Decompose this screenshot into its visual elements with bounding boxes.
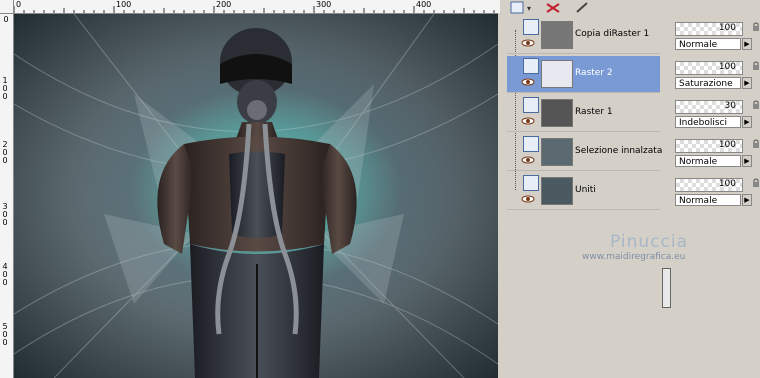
ruler-left: 0 100 200 300 400 500	[0, 13, 14, 378]
layer-properties-panel: 100 Normale ▶ 100 Saturazione ▶ 30 Indeb…	[670, 14, 760, 214]
blend-mode-select[interactable]: Normale	[675, 38, 741, 50]
layer-name[interactable]: Copia diRaster 1	[575, 29, 649, 39]
layer-row[interactable]: Copia diRaster 1	[507, 17, 660, 54]
layer-thumbnail	[541, 21, 573, 49]
layer-name[interactable]: Uniti	[575, 185, 596, 195]
layer-row[interactable]: Raster 1	[507, 95, 660, 132]
layer-row[interactable]: Uniti	[507, 173, 660, 210]
layer-name[interactable]: Raster 1	[575, 107, 613, 117]
layer-group-icon	[523, 136, 539, 152]
layer-group-icon	[523, 19, 539, 35]
eye-icon[interactable]	[521, 117, 535, 125]
ruler-top-label: 300	[316, 0, 332, 9]
ruler-left-label: 400	[2, 262, 8, 287]
ruler-corner	[0, 0, 14, 14]
layer-properties-row: 100 Saturazione ▶	[670, 57, 760, 93]
watermark-name: Pinuccia	[610, 232, 688, 252]
blend-mode-dropdown-arrow[interactable]: ▶	[742, 116, 752, 128]
blend-mode-dropdown-arrow[interactable]: ▶	[742, 38, 752, 50]
layers-panel: ▾ Copia diRaster 1 Raster 2 Raster 1 Sel…	[507, 0, 662, 378]
blend-mode-dropdown-arrow[interactable]: ▶	[742, 155, 752, 167]
blend-mode-dropdown-arrow[interactable]: ▶	[742, 194, 752, 206]
ruler-left-label: 200	[2, 140, 8, 165]
opacity-slider[interactable]: 100	[675, 61, 743, 75]
eye-icon[interactable]	[521, 156, 535, 164]
watermark-url: www.maidiregrafica.eu	[582, 252, 686, 262]
layer-name[interactable]: Raster 2	[575, 68, 613, 78]
layer-row[interactable]: Selezione innalzata	[507, 134, 662, 171]
layer-name[interactable]: Selezione innalzata	[575, 146, 662, 156]
layer-thumbnail	[541, 60, 573, 88]
layer-properties-row: 30 Indebolisci ▶	[670, 96, 760, 132]
lock-icon[interactable]	[752, 139, 760, 149]
layer-group-icon	[523, 58, 539, 74]
lock-icon[interactable]	[752, 178, 760, 188]
eye-icon[interactable]	[521, 195, 535, 203]
opacity-value: 30	[724, 101, 736, 111]
opacity-slider[interactable]: 100	[675, 178, 743, 192]
image-canvas[interactable]	[14, 14, 498, 378]
ruler-left-label: 300	[2, 202, 8, 227]
layer-group-icon	[523, 175, 539, 191]
ruler-top-label: 400	[416, 0, 432, 9]
ruler-top-label: 100	[116, 0, 132, 9]
layer-thumbnail	[541, 177, 573, 205]
eye-icon[interactable]	[521, 39, 535, 47]
opacity-slider[interactable]: 100	[675, 22, 743, 36]
ruler-left-label: 0	[3, 15, 9, 24]
layer-properties-row: 100 Normale ▶	[670, 18, 760, 54]
toolbar-icons: ▾	[510, 1, 588, 14]
blend-mode-select[interactable]: Normale	[675, 155, 741, 167]
ruler-top-label: 0	[16, 0, 22, 9]
artwork-figure	[14, 14, 498, 378]
eye-icon[interactable]	[521, 78, 535, 86]
layer-properties-row: 100 Normale ▶	[670, 135, 760, 171]
canvas-scrollbar[interactable]	[498, 13, 500, 378]
layer-properties-row: 100 Normale ▶	[670, 174, 760, 210]
blend-mode-select[interactable]: Saturazione	[675, 77, 741, 89]
svg-text:▾: ▾	[527, 4, 531, 13]
opacity-value: 100	[718, 140, 736, 150]
opacity-value: 100	[718, 179, 736, 189]
opacity-value: 100	[718, 23, 736, 33]
opacity-slider[interactable]: 100	[675, 139, 743, 153]
opacity-slider[interactable]: 30	[675, 100, 743, 114]
layer-thumbnail	[541, 138, 573, 166]
layer-row-selected[interactable]: Raster 2	[507, 56, 660, 93]
lock-icon[interactable]	[752, 22, 760, 32]
layer-thumbnail	[541, 99, 573, 127]
ruler-left-label: 100	[2, 76, 8, 101]
lock-icon[interactable]	[752, 100, 760, 110]
panel-splitter-handle[interactable]	[662, 268, 671, 308]
ruler-top: 0 100 200 300 400	[0, 0, 500, 14]
lock-icon[interactable]	[752, 61, 760, 71]
layer-group-icon	[523, 97, 539, 113]
blend-mode-dropdown-arrow[interactable]: ▶	[742, 77, 752, 89]
blend-mode-select[interactable]: Normale	[675, 194, 741, 206]
blend-mode-select[interactable]: Indebolisci	[675, 116, 741, 128]
ruler-top-label: 200	[216, 0, 232, 9]
opacity-value: 100	[718, 62, 736, 72]
ruler-left-label: 500	[2, 322, 8, 347]
layers-toolbar: ▾	[507, 0, 662, 14]
